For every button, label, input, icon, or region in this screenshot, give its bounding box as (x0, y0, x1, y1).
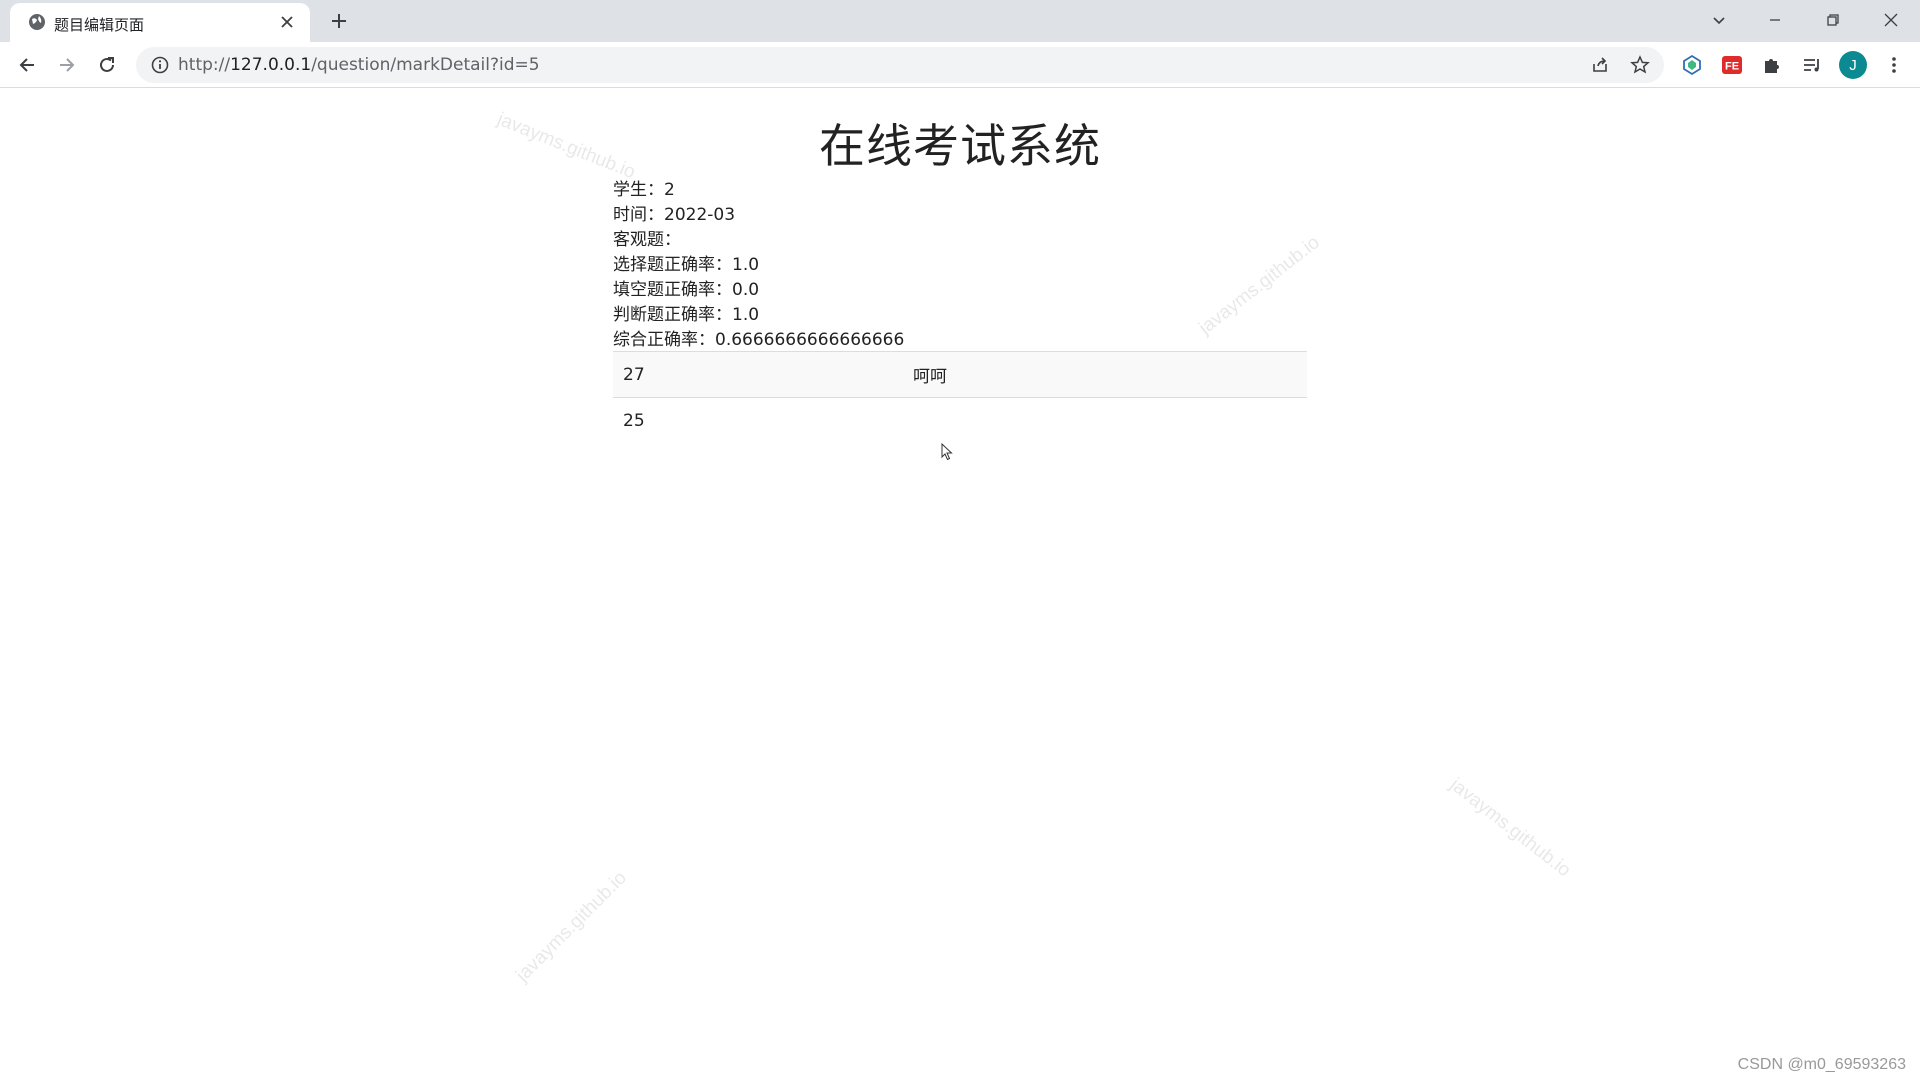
svg-text:FE: FE (1725, 61, 1739, 73)
info-icon[interactable] (150, 55, 170, 75)
extension-vue-icon[interactable] (1678, 51, 1706, 79)
tab-strip: 题目编辑页面 (0, 0, 1920, 42)
minimize-button[interactable] (1752, 4, 1798, 36)
page-content: 在线考试系统 学生：2 时间：2022-03 客观题： 选择题正确率：1.0 填… (0, 88, 1920, 1080)
url-path: /question/markDetail?id=5 (311, 55, 540, 75)
reload-icon (100, 57, 114, 72)
answer-table: 27 呵呵 25 (613, 351, 1307, 443)
arrow-left-icon (19, 58, 34, 72)
table-cell (903, 397, 1307, 443)
time-line: 时间：2022-03 (613, 205, 736, 225)
student-line: 学生：2 (613, 180, 675, 200)
url-scheme: http:// (178, 55, 231, 75)
new-tab-button[interactable] (324, 6, 354, 36)
fill-blank-accuracy: 填空题正确率：0.0 (613, 280, 760, 300)
restore-icon (1827, 14, 1839, 26)
share-icon[interactable] (1588, 53, 1612, 77)
extension-fe-icon[interactable]: FE (1718, 51, 1746, 79)
source-watermark: CSDN @m0_69593263 (1737, 1056, 1906, 1073)
forward-button[interactable] (52, 50, 82, 80)
close-icon[interactable] (276, 11, 298, 33)
star-icon[interactable] (1628, 53, 1652, 77)
table-cell: 呵呵 (903, 351, 1307, 398)
table-row: 27 呵呵 (613, 351, 1307, 398)
reload-button[interactable] (92, 50, 122, 80)
tab-search-button[interactable] (1696, 4, 1742, 36)
globe-icon (28, 13, 46, 31)
browser-tab-active[interactable]: 题目编辑页面 (10, 3, 310, 42)
back-button[interactable] (12, 50, 42, 80)
table-row: 25 (613, 397, 1307, 443)
table-cell: 27 (613, 351, 903, 398)
address-bar[interactable]: http://127.0.0.1/question/markDetail?id=… (136, 47, 1664, 83)
restore-button[interactable] (1810, 4, 1856, 36)
watermark: javayms.github.io (1445, 774, 1575, 882)
kebab-icon[interactable] (1880, 51, 1908, 79)
chevron-down-icon (1713, 17, 1725, 25)
puzzle-icon[interactable] (1758, 51, 1786, 79)
watermark: javayms.github.io (512, 867, 631, 987)
choice-accuracy: 选择题正确率：1.0 (613, 255, 760, 275)
tab-title: 题目编辑页面 (54, 16, 145, 34)
arrow-right-icon (60, 58, 75, 72)
close-window-icon (1884, 13, 1898, 27)
avatar[interactable]: J (1839, 51, 1867, 79)
close-window-button[interactable] (1868, 4, 1914, 36)
page-title: 在线考试系统 (819, 119, 1101, 173)
url-host: 127.0.0.1 (230, 55, 312, 75)
browser-toolbar: http://127.0.0.1/question/markDetail?id=… (0, 42, 1920, 88)
plus-icon (332, 14, 346, 28)
objective-heading: 客观题： (613, 230, 681, 250)
minimize-icon (1770, 19, 1780, 21)
table-cell: 25 (613, 397, 903, 443)
url-text[interactable]: http://127.0.0.1/question/markDetail?id=… (178, 55, 540, 75)
reading-list-icon[interactable] (1798, 51, 1826, 79)
mouse-cursor-icon (941, 442, 953, 461)
